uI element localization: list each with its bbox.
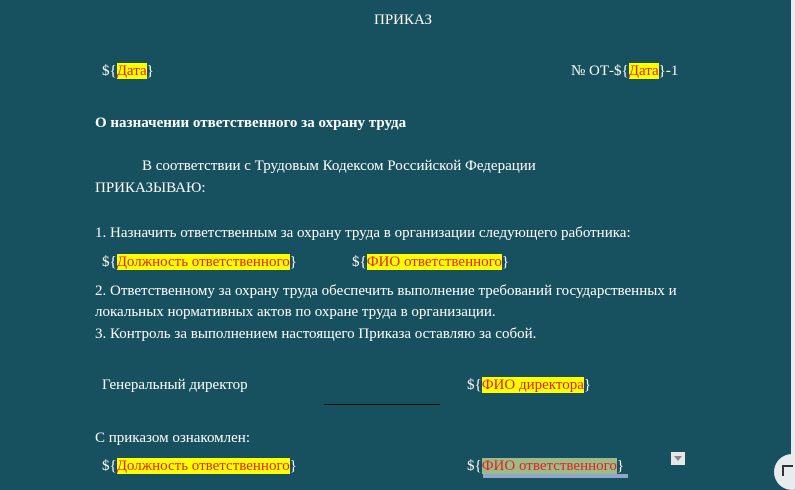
selection-highlight — [483, 474, 628, 478]
item-1: 1. Назначить ответственным за охрану тру… — [95, 225, 631, 241]
director-name: ${ФИО директора} — [467, 376, 591, 394]
signature-role: Генеральный директор — [102, 377, 248, 393]
name-placeholder[interactable]: ФИО ответственного — [366, 254, 502, 270]
order-number: № ОТ-${Дата}-1 — [571, 62, 678, 80]
acq-position-prefix: ${ — [102, 458, 117, 474]
number-prefix: № ОТ-${ — [571, 63, 629, 79]
item-2-line-2: локальных нормативных актов по охране тр… — [95, 304, 496, 320]
resize-icon — [782, 465, 793, 476]
number-date-placeholder[interactable]: Дата — [628, 63, 659, 79]
position-suffix: } — [289, 254, 297, 270]
number-suffix: }-1 — [658, 63, 679, 79]
item-3: 3. Контроль за выполнением настоящего Пр… — [95, 326, 537, 342]
vertical-scrollbar[interactable] — [791, 0, 795, 478]
director-prefix: ${ — [467, 377, 482, 393]
date-prefix: ${ — [102, 63, 117, 79]
intro-line-1: В соответствии с Трудовым Кодексом Росси… — [142, 158, 536, 174]
director-suffix: } — [583, 377, 592, 393]
acq-name-placeholder[interactable]: ФИО ответственного — [481, 458, 617, 474]
acq-name-suffix: } — [616, 458, 625, 474]
acq-name-prefix: ${ — [467, 458, 482, 474]
responsible-position: ${Должность ответственного} — [102, 253, 297, 271]
intro-line-2: ПРИКАЗЫВАЮ: — [95, 180, 206, 196]
order-subject: О назначении ответственного за охрану тр… — [95, 115, 407, 131]
acquainted-name: ${ФИО ответственного} — [467, 457, 624, 475]
name-prefix: ${ — [352, 254, 367, 270]
document-title: ПРИКАЗ — [374, 12, 432, 28]
position-prefix: ${ — [102, 254, 117, 270]
item-2-line-1: 2. Ответственному за охрану труда обеспе… — [95, 283, 677, 299]
signature-line — [324, 404, 440, 405]
position-placeholder[interactable]: Должность ответственного — [116, 254, 290, 270]
responsible-name: ${ФИО ответственного} — [352, 253, 509, 271]
acq-position-placeholder[interactable]: Должность ответственного — [116, 458, 290, 474]
acquainted-label: С приказом ознакомлен: — [95, 430, 251, 446]
name-suffix: } — [501, 254, 510, 270]
director-placeholder[interactable]: ФИО директора — [481, 377, 584, 393]
date-suffix: } — [146, 63, 154, 79]
acq-position-suffix: } — [289, 458, 297, 474]
dropdown-arrow-icon[interactable] — [671, 452, 685, 465]
date-placeholder[interactable]: Дата — [116, 63, 147, 79]
date-line: ${Дата} — [102, 62, 154, 80]
acquainted-position: ${Должность ответственного} — [102, 457, 297, 475]
